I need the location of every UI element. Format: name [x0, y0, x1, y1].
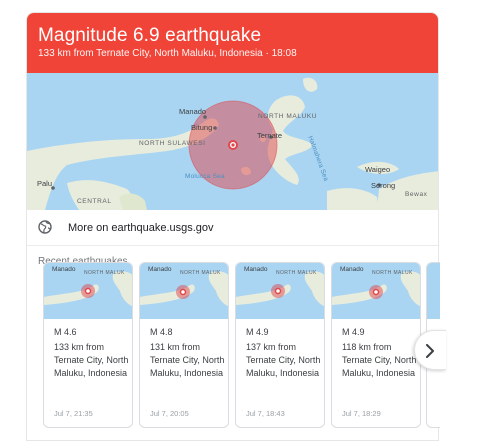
earthquake-location: 131 km from Ternate City, North Maluku, …: [150, 342, 225, 378]
thumb-label-region: NORTH MALUK: [372, 270, 413, 276]
usgs-link[interactable]: More on earthquake.usgs.gov: [27, 210, 438, 246]
earthquake-time: Jul 7, 18:43: [246, 409, 285, 418]
thumb-label-manado: Manado: [148, 266, 172, 273]
thumb-label-region: NORTH MALUK: [180, 270, 221, 276]
map-label-bewax: Bewax: [405, 191, 428, 198]
earthquake-subtitle: 133 km from Ternate City, North Maluku, …: [38, 48, 297, 59]
globe-icon: [38, 220, 52, 234]
earthquake-time: Jul 7, 20:05: [150, 409, 189, 418]
thumb-label-region: NORTH MALUK: [84, 270, 125, 276]
usgs-link-label: More on earthquake.usgs.gov: [68, 222, 214, 234]
recent-earthquake-card[interactable]: Manado NORTH MALUK M 4.9 118 km from Ter…: [331, 262, 421, 428]
recent-earthquake-map: Manado NORTH MALUK: [236, 263, 324, 319]
map-label-bitung: Bitung: [191, 123, 213, 132]
map-label-manado: Manado: [179, 107, 207, 116]
recent-earthquake-card[interactable]: Manado NORTH MALUK M 4.6 133 km from Ter…: [43, 262, 133, 428]
earthquake-magnitude: M 4.9: [342, 327, 365, 337]
earthquake-time: Jul 7, 21:35: [54, 409, 93, 418]
map-label-palu: Palu: [37, 179, 53, 188]
earthquake-magnitude: M 4.6: [54, 327, 77, 337]
next-cards-button[interactable]: [414, 330, 446, 370]
recent-earthquake-map: Manado NORTH MALUK: [140, 263, 228, 319]
recent-earthquake-map: Manado NORTH MALUK: [44, 263, 132, 319]
map-label-north-sulawesi: NORTH SULAWESI: [139, 140, 206, 147]
thumb-label-region: NORTH MALUK: [276, 270, 317, 276]
earthquake-magnitude: M 4.9: [246, 327, 269, 337]
earthquake-location: 118 km from Ternate City, North Maluku, …: [342, 342, 417, 378]
earthquake-header: Magnitude 6.9 earthquake 133 km from Ter…: [27, 13, 438, 73]
thumb-label-manado: Manado: [340, 266, 364, 273]
earthquake-location: 137 km from Ternate City, North Maluku, …: [246, 342, 321, 378]
map-label-central: CENTRAL: [77, 198, 112, 205]
thumb-label-manado: Manado: [244, 266, 268, 273]
thumb-label-manado: Manado: [52, 266, 76, 273]
earthquake-magnitude: M 4.8: [150, 327, 173, 337]
recent-earthquake-card[interactable]: Manado NORTH MALUK M 4.8 131 km from Ter…: [139, 262, 229, 428]
map-label-sorong: Sorong: [371, 181, 396, 190]
earthquake-time: Jul 7, 18:29: [342, 409, 381, 418]
map-label-waigeo: Waigeo: [365, 165, 391, 174]
map-label-ternate: Ternate: [257, 131, 283, 140]
partial-card-map: [427, 263, 440, 319]
recent-earthquake-card[interactable]: Manado NORTH MALUK M 4.9 137 km from Ter…: [235, 262, 325, 428]
earthquake-title: Magnitude 6.9 earthquake: [38, 25, 262, 46]
earthquake-location: 133 km from Ternate City, North Maluku, …: [54, 342, 129, 378]
map-label-molucca-sea: Molucca Sea: [185, 173, 225, 180]
map-label-north-maluku: NORTH MALUKU: [258, 113, 318, 120]
recent-earthquake-map: Manado NORTH MALUK: [332, 263, 420, 319]
chevron-right-icon: [426, 344, 434, 358]
earthquake-map[interactable]: Manado Bitung NORTH MALUKU Ternate NORTH…: [27, 73, 438, 210]
